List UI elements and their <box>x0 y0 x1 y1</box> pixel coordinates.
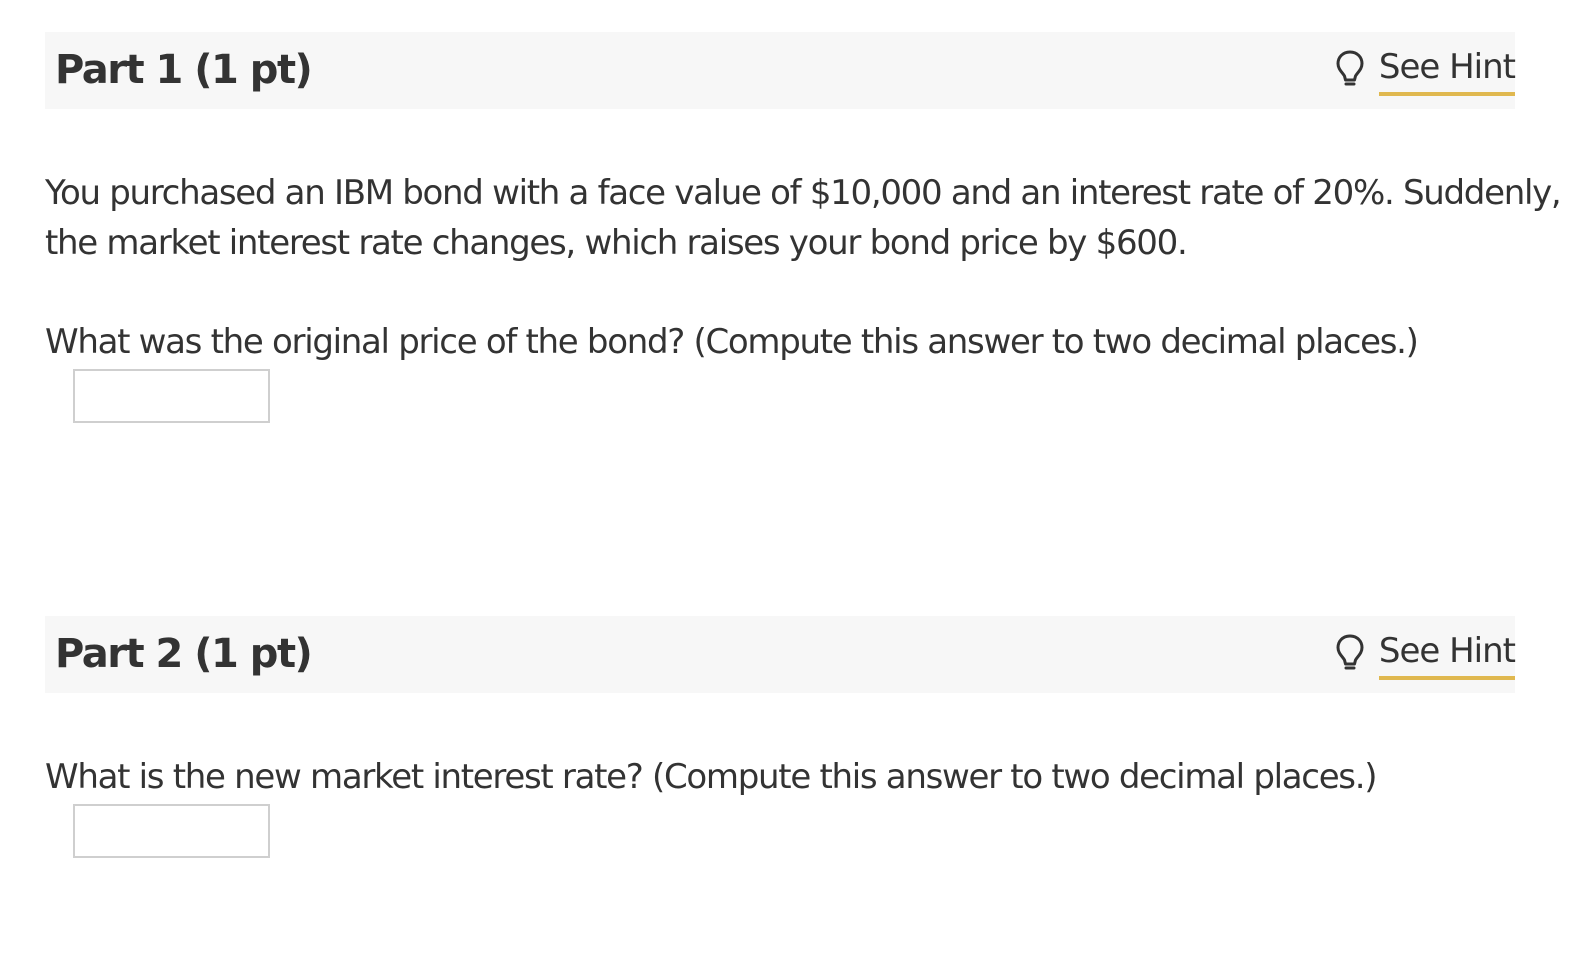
part-2-question: What is the new market interest rate? (C… <box>45 757 1378 797</box>
part-1-see-hint-label: See Hint <box>1378 48 1516 96</box>
part-1-problem-line-2: the market interest rate changes, which … <box>45 223 1188 263</box>
part-1-title: Part 1 (1 pt) <box>55 47 313 93</box>
part-2-header: Part 2 (1 pt) See Hint <box>45 616 1516 693</box>
lightbulb-icon <box>1336 50 1364 86</box>
part-1-answer-input[interactable] <box>73 369 270 423</box>
part-2-see-hint-label: See Hint <box>1378 632 1516 680</box>
part-2-see-hint-link[interactable]: See Hint <box>1335 632 1516 680</box>
part-1-problem-line-1: You purchased an IBM bond with a face va… <box>45 173 1562 213</box>
part-1-question: What was the original price of the bond?… <box>45 322 1419 362</box>
part-1-header: Part 1 (1 pt) See Hint <box>45 32 1516 109</box>
part-1-see-hint-link[interactable]: See Hint <box>1335 48 1516 96</box>
lightbulb-icon <box>1336 634 1364 670</box>
part-2-answer-input[interactable] <box>73 804 270 858</box>
part-2-title: Part 2 (1 pt) <box>55 631 313 677</box>
